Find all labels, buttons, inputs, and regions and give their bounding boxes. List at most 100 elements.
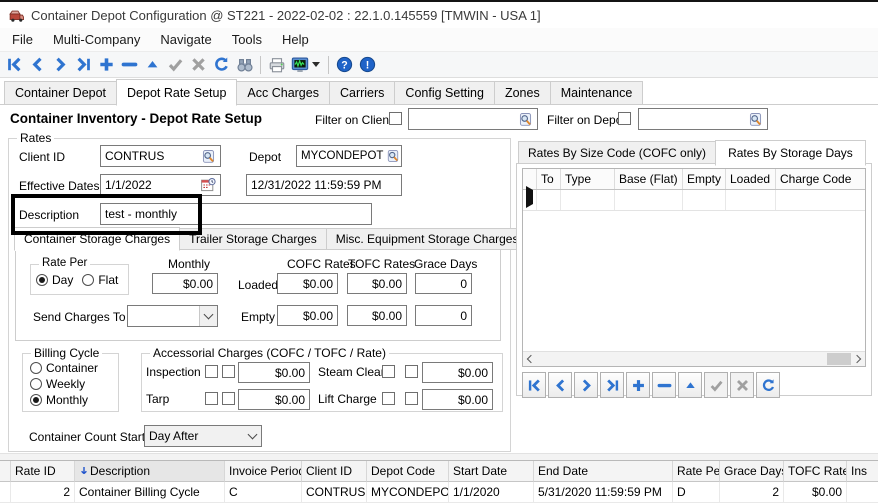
inspection-tofc-checkbox[interactable] — [222, 365, 235, 378]
inspection-cofc-checkbox[interactable] — [205, 365, 218, 378]
tab-maintenance[interactable]: Maintenance — [551, 81, 644, 105]
combo-dropdown-icon[interactable] — [244, 426, 261, 446]
col-rate-id-header[interactable]: Rate ID — [11, 461, 75, 482]
next-record-icon[interactable] — [49, 53, 72, 76]
menu-tools[interactable]: Tools — [222, 29, 272, 50]
tab-container-depot[interactable]: Container Depot — [4, 81, 117, 105]
grid-cancel-changes-icon[interactable] — [730, 372, 754, 398]
splitter[interactable] — [0, 453, 878, 460]
col-grace-days-header[interactable]: Grace Days — [720, 461, 784, 482]
container-count-start-combobox[interactable]: Day After — [144, 425, 262, 447]
empty-grace-days-input[interactable]: 0 — [415, 305, 472, 326]
tab-zones[interactable]: Zones — [495, 81, 551, 105]
menu-file[interactable]: File — [2, 29, 43, 50]
menu-help[interactable]: Help — [272, 29, 319, 50]
previous-record-icon[interactable] — [26, 53, 49, 76]
billing-weekly-radio[interactable] — [30, 378, 42, 390]
post-edit-icon[interactable] — [141, 53, 164, 76]
tab-config-setting[interactable]: Config Setting — [395, 81, 495, 105]
loaded-grace-days-input[interactable]: 0 — [415, 273, 472, 294]
tab-depot-rate-setup[interactable]: Depot Rate Setup — [116, 79, 237, 106]
tab-trailer-storage-charges[interactable]: Trailer Storage Charges — [180, 228, 327, 250]
effective-start-date-input[interactable]: 1/1/2022 — [100, 174, 221, 196]
col-tofc-rate-header[interactable]: TOFC Rate — [784, 461, 847, 482]
rate-per-day-radio[interactable] — [36, 274, 48, 286]
steam-clean-tofc-checkbox[interactable] — [405, 365, 418, 378]
combo-dropdown-icon[interactable] — [199, 306, 217, 326]
horizontal-scrollbar[interactable] — [523, 351, 865, 366]
help-icon[interactable] — [333, 53, 356, 76]
scroll-right-icon[interactable] — [849, 352, 865, 366]
storage-days-grid-row[interactable] — [523, 190, 865, 211]
client-id-input[interactable]: CONTRUS — [100, 145, 221, 167]
empty-tofc-input[interactable]: $0.00 — [347, 305, 407, 326]
grid-previous-record-icon[interactable] — [548, 372, 572, 398]
refresh-icon[interactable] — [210, 53, 233, 76]
depot-lookup-icon[interactable] — [748, 112, 763, 127]
tab-misc-equipment-storage-charges[interactable]: Misc. Equipment Storage Charges — [327, 228, 529, 250]
col-to-header[interactable]: To — [537, 169, 561, 189]
depot-input[interactable]: MYCONDEPOT — [296, 145, 402, 167]
tarp-rate-input[interactable]: $0.00 — [238, 389, 310, 410]
steam-clean-rate-input[interactable]: $0.00 — [422, 362, 493, 383]
filter-on-depot-checkbox[interactable] — [618, 112, 631, 125]
grid-delete-record-icon[interactable] — [652, 372, 676, 398]
print-icon[interactable] — [265, 53, 288, 76]
tab-carriers[interactable]: Carriers — [330, 81, 395, 105]
lift-charge-cofc-checkbox[interactable] — [382, 392, 395, 405]
billing-container-radio[interactable] — [30, 362, 42, 374]
col-start-date-header[interactable]: Start Date — [449, 461, 534, 482]
loaded-cofc-input[interactable]: $0.00 — [277, 273, 338, 294]
depot-lookup-icon[interactable] — [386, 149, 400, 163]
col-base-flat-header[interactable]: Base (Flat) — [615, 169, 683, 189]
accept-changes-icon[interactable] — [164, 53, 187, 76]
lift-charge-rate-input[interactable]: $0.00 — [422, 389, 493, 410]
client-id-lookup-icon[interactable] — [201, 149, 216, 164]
monthly-rate-input[interactable]: $0.00 — [152, 273, 218, 294]
first-record-icon[interactable] — [3, 53, 26, 76]
col-empty-header[interactable]: Empty — [683, 169, 726, 189]
menu-multi-company[interactable]: Multi-Company — [43, 29, 150, 50]
empty-cofc-input[interactable]: $0.00 — [277, 305, 338, 326]
grid-next-record-icon[interactable] — [574, 372, 598, 398]
grid-add-record-icon[interactable] — [626, 372, 650, 398]
grid-accept-changes-icon[interactable] — [704, 372, 728, 398]
col-type-header[interactable]: Type — [561, 169, 615, 189]
delete-record-icon[interactable] — [118, 53, 141, 76]
loaded-tofc-input[interactable]: $0.00 — [347, 273, 407, 294]
last-record-icon[interactable] — [72, 53, 95, 76]
rates-list-data-row[interactable]: 2 Container Billing Cycle C CONTRUS MYCO… — [0, 482, 878, 503]
tarp-tofc-checkbox[interactable] — [222, 392, 235, 405]
filter-client-input[interactable] — [408, 108, 538, 130]
scrollbar-thumb[interactable] — [827, 353, 851, 365]
about-icon[interactable] — [356, 53, 379, 76]
grid-refresh-icon[interactable] — [756, 372, 780, 398]
grid-last-record-icon[interactable] — [600, 372, 624, 398]
send-charges-to-combobox[interactable] — [127, 305, 218, 327]
col-invoice-period-header[interactable]: Invoice Period — [225, 461, 302, 482]
col-loaded-header[interactable]: Loaded — [726, 169, 776, 189]
system-monitor-icon[interactable] — [288, 53, 311, 76]
find-icon[interactable] — [233, 53, 256, 76]
monitor-dropdown-arrow-icon[interactable] — [312, 62, 320, 67]
col-depot-code-header[interactable]: Depot Code — [367, 461, 449, 482]
col-charge-code-header[interactable]: Charge Code — [776, 169, 865, 189]
steam-clean-cofc-checkbox[interactable] — [382, 365, 395, 378]
cancel-changes-icon[interactable] — [187, 53, 210, 76]
inspection-rate-input[interactable]: $0.00 — [238, 362, 310, 383]
effective-end-date-input[interactable]: 12/31/2022 11:59:59 PM — [246, 174, 402, 196]
tab-acc-charges[interactable]: Acc Charges — [237, 81, 330, 105]
col-rate-per-header[interactable]: Rate Per — [673, 461, 720, 482]
col-description-header[interactable]: Description — [75, 461, 225, 482]
grid-post-edit-icon[interactable] — [678, 372, 702, 398]
filter-depot-input[interactable] — [638, 108, 768, 130]
scroll-left-icon[interactable] — [523, 352, 539, 366]
billing-monthly-radio[interactable] — [30, 394, 42, 406]
menu-navigate[interactable]: Navigate — [150, 29, 221, 50]
grid-first-record-icon[interactable] — [522, 372, 546, 398]
calendar-icon[interactable] — [200, 177, 216, 193]
col-end-date-header[interactable]: End Date — [534, 461, 673, 482]
col-ins-header[interactable]: Ins — [847, 461, 878, 482]
add-record-icon[interactable] — [95, 53, 118, 76]
tab-rates-by-size-code[interactable]: Rates By Size Code (COFC only) — [518, 141, 716, 165]
